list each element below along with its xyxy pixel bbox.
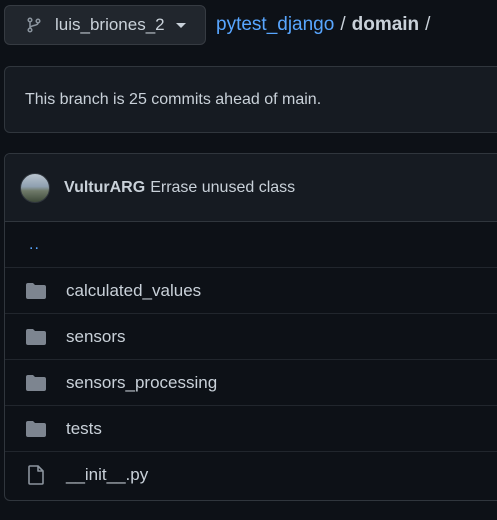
file-list: VulturARG Errase unused class .. calcula… [4, 153, 497, 501]
commit-message[interactable]: Errase unused class [150, 179, 295, 197]
file-row[interactable]: calculated_values [5, 268, 497, 314]
folder-icon [25, 373, 47, 393]
breadcrumb: pytest_django / domain / [216, 14, 436, 36]
file-name[interactable]: sensors [66, 327, 126, 347]
chevron-down-icon [175, 22, 186, 28]
file-row[interactable]: sensors [5, 314, 497, 360]
file-row[interactable]: sensors_processing [5, 360, 497, 406]
breadcrumb-current: domain [351, 14, 420, 35]
file-name[interactable]: calculated_values [66, 281, 201, 301]
file-name[interactable]: sensors_processing [66, 373, 217, 393]
breadcrumb-trailing-separator: / [425, 14, 431, 35]
parent-directory-row[interactable]: .. [5, 222, 497, 268]
repo-browser: luis_briones_2 pytest_django / domain / … [0, 0, 497, 520]
branch-ahead-notice: This branch is 25 commits ahead of main. [4, 66, 497, 133]
file-name[interactable]: __init__.py [66, 465, 148, 485]
file-row[interactable]: __init__.py [5, 452, 497, 498]
branch-ahead-text: This branch is 25 commits ahead of main. [25, 90, 322, 108]
file-icon [25, 465, 47, 485]
latest-commit-row: VulturARG Errase unused class [5, 154, 497, 222]
commit-author[interactable]: VulturARG [64, 179, 145, 197]
file-name[interactable]: tests [66, 419, 102, 439]
folder-icon [25, 281, 47, 301]
breadcrumb-repo-link[interactable]: pytest_django [216, 14, 334, 36]
folder-icon [25, 327, 47, 347]
folder-icon [25, 419, 47, 439]
branch-selector-button[interactable]: luis_briones_2 [4, 5, 206, 45]
breadcrumb-separator: / [340, 14, 346, 35]
file-row[interactable]: tests [5, 406, 497, 452]
parent-directory-link[interactable]: .. [29, 236, 40, 254]
git-branch-icon [26, 17, 42, 33]
avatar[interactable] [20, 172, 50, 203]
branch-name: luis_briones_2 [55, 15, 165, 34]
